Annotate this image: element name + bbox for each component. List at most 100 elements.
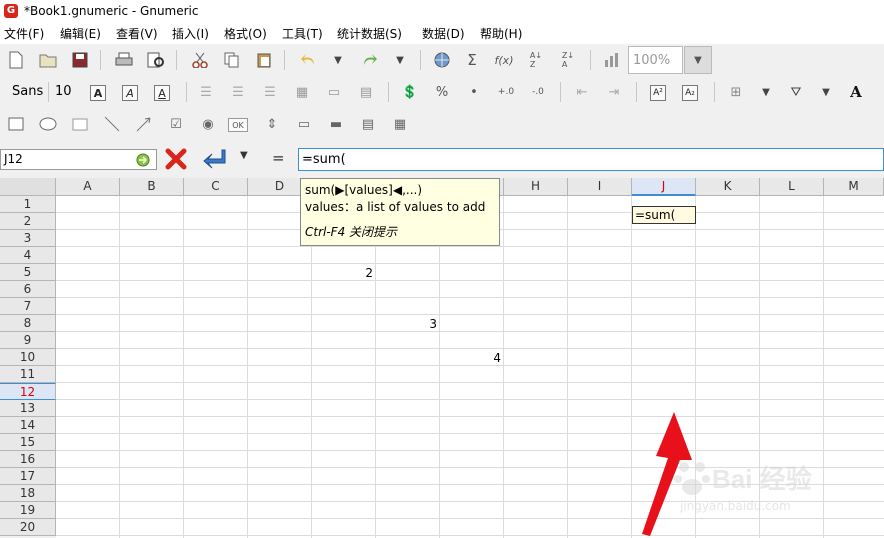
row-header-11[interactable]: 11 — [0, 366, 56, 383]
scrollbar-icon[interactable]: ▭ — [294, 114, 314, 134]
row-header-9[interactable]: 9 — [0, 332, 56, 349]
chart-icon[interactable] — [602, 50, 622, 70]
save-icon[interactable] — [70, 50, 90, 70]
row-header-7[interactable]: 7 — [0, 298, 56, 315]
active-cell-j12[interactable]: =sum( — [632, 206, 696, 224]
percent-format-icon[interactable]: % — [432, 82, 452, 102]
row-header-12[interactable]: 12 — [0, 383, 56, 400]
font-size-selector[interactable]: 10 — [55, 84, 72, 99]
superscript-icon[interactable]: A² — [650, 85, 666, 101]
copy-icon[interactable] — [222, 50, 242, 70]
cell-g10[interactable]: 4 — [441, 350, 501, 366]
row-header-6[interactable]: 6 — [0, 281, 56, 298]
radio-button-icon[interactable]: ◉ — [198, 114, 218, 134]
menu-data[interactable]: 数据(D) — [422, 25, 465, 42]
increase-decimals-icon[interactable]: +.0 — [496, 82, 516, 102]
row-header-16[interactable]: 16 — [0, 451, 56, 468]
sort-ascending-icon[interactable]: A↓ Z — [526, 50, 546, 70]
name-box[interactable]: J12 — [0, 149, 157, 170]
cancel-icon[interactable] — [164, 147, 188, 171]
sort-descending-icon[interactable]: Z↓ A — [558, 50, 578, 70]
row-header-1[interactable]: 1 — [0, 196, 56, 213]
split-cells-icon[interactable]: ▤ — [356, 82, 376, 102]
align-left-icon[interactable]: ☰ — [196, 82, 216, 102]
cell-e5[interactable]: 2 — [313, 265, 373, 281]
print-icon[interactable] — [114, 50, 134, 70]
borders-dropdown-icon[interactable]: ▼ — [756, 82, 776, 102]
new-file-icon[interactable] — [6, 50, 26, 70]
line-icon[interactable] — [102, 114, 122, 134]
increase-indent-icon[interactable]: ⇥ — [604, 82, 624, 102]
combo-icon[interactable]: ▦ — [390, 114, 410, 134]
menu-view[interactable]: 查看(V) — [116, 25, 158, 42]
subscript-icon[interactable]: A₂ — [682, 85, 698, 101]
row-header-10[interactable]: 10 — [0, 349, 56, 366]
decrease-decimals-icon[interactable]: -.0 — [528, 82, 548, 102]
frame-icon[interactable] — [70, 114, 90, 134]
column-header-m[interactable]: M — [824, 178, 884, 196]
menu-file[interactable]: 文件(F) — [4, 25, 44, 42]
ellipse-icon[interactable] — [38, 114, 58, 134]
select-all-corner[interactable] — [0, 178, 56, 196]
goto-arrow-icon[interactable] — [134, 153, 152, 167]
column-header-b[interactable]: B — [120, 178, 184, 196]
row-header-4[interactable]: 4 — [0, 247, 56, 264]
hyperlink-globe-icon[interactable] — [432, 50, 452, 70]
paste-icon[interactable] — [254, 50, 274, 70]
column-header-i[interactable]: I — [568, 178, 632, 196]
thousands-separator-icon[interactable]: • — [464, 82, 484, 102]
column-header-k[interactable]: K — [696, 178, 760, 196]
bold-icon[interactable]: A — [90, 85, 106, 101]
open-file-icon[interactable] — [38, 50, 58, 70]
font-color-icon[interactable]: A — [846, 82, 866, 102]
button-icon[interactable]: OK — [228, 118, 248, 132]
accept-dropdown-icon[interactable]: ▼ — [240, 150, 248, 161]
align-center-icon[interactable]: ☰ — [228, 82, 248, 102]
function-icon[interactable]: f(x) — [494, 50, 514, 70]
fill-color-dropdown-icon[interactable]: ▼ — [816, 82, 836, 102]
font-name-selector[interactable]: Sans — [12, 84, 43, 99]
column-header-l[interactable]: L — [760, 178, 824, 196]
borders-icon[interactable]: ⊞ — [726, 82, 746, 102]
column-header-a[interactable]: A — [56, 178, 120, 196]
underline-icon[interactable]: A — [154, 85, 170, 101]
zoom-input[interactable]: 100% — [628, 46, 683, 74]
redo-dropdown-icon[interactable]: ▼ — [390, 50, 410, 70]
spin-button-icon[interactable]: ⇕ — [262, 114, 282, 134]
merge-cells-icon[interactable]: ▦ — [292, 82, 312, 102]
menu-insert[interactable]: 插入(I) — [172, 25, 209, 42]
redo-icon[interactable] — [360, 50, 380, 70]
menu-statistics[interactable]: 统计数据(S) — [337, 25, 402, 42]
column-header-j[interactable]: J — [632, 178, 696, 196]
menu-help[interactable]: 帮助(H) — [480, 25, 522, 42]
row-header-17[interactable]: 17 — [0, 468, 56, 485]
currency-format-icon[interactable]: 💲 — [400, 82, 420, 102]
undo-dropdown-icon[interactable]: ▼ — [328, 50, 348, 70]
formula-entry[interactable]: =sum( — [298, 148, 884, 171]
slider-icon[interactable]: ▬ — [326, 114, 346, 134]
cut-icon[interactable] — [190, 50, 210, 70]
arrow-icon[interactable] — [134, 114, 154, 134]
center-across-icon[interactable]: ▭ — [324, 82, 344, 102]
row-header-18[interactable]: 18 — [0, 485, 56, 502]
row-header-3[interactable]: 3 — [0, 230, 56, 247]
decrease-indent-icon[interactable]: ⇤ — [572, 82, 592, 102]
print-preview-icon[interactable] — [146, 50, 166, 70]
accept-icon[interactable] — [200, 147, 228, 171]
row-header-20[interactable]: 20 — [0, 519, 56, 536]
fill-color-icon[interactable]: ⛛ — [786, 82, 806, 102]
row-header-15[interactable]: 15 — [0, 434, 56, 451]
column-header-c[interactable]: C — [184, 178, 248, 196]
row-header-2[interactable]: 2 — [0, 213, 56, 230]
row-header-14[interactable]: 14 — [0, 417, 56, 434]
italic-icon[interactable]: A — [122, 85, 138, 101]
row-header-19[interactable]: 19 — [0, 502, 56, 519]
checkbox-icon[interactable]: ☑ — [166, 114, 186, 134]
align-right-icon[interactable]: ☰ — [260, 82, 280, 102]
menu-edit[interactable]: 编辑(E) — [60, 25, 101, 42]
row-header-8[interactable]: 8 — [0, 315, 56, 332]
menu-format[interactable]: 格式(O) — [224, 25, 267, 42]
sum-icon[interactable]: Σ — [462, 50, 482, 70]
zoom-dropdown-icon[interactable]: ▼ — [684, 46, 712, 74]
menu-tools[interactable]: 工具(T) — [282, 25, 323, 42]
